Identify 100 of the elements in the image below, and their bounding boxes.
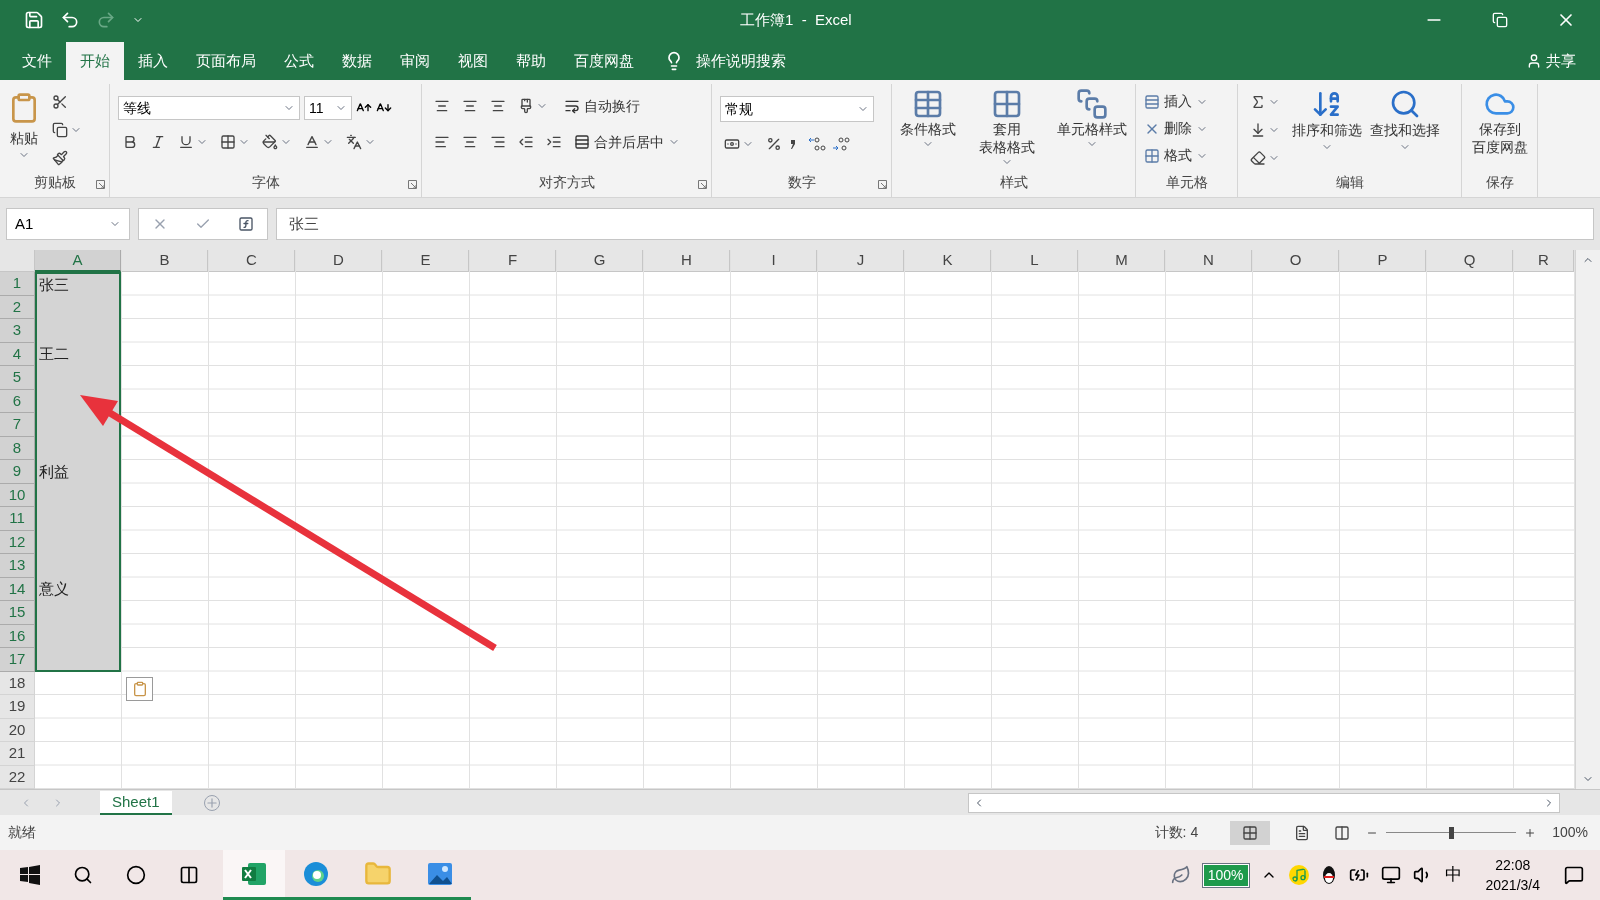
task-view-icon[interactable]: [179, 865, 199, 885]
ribbon-tab[interactable]: 视图: [444, 42, 502, 80]
ribbon-tab[interactable]: 公式: [270, 42, 328, 80]
table-cell[interactable]: 意义: [35, 577, 121, 601]
font-name-field[interactable]: 等线: [118, 96, 300, 120]
battery-badge[interactable]: 100%: [1202, 863, 1249, 887]
page-break-icon[interactable]: [1334, 824, 1351, 841]
taskbar-app[interactable]: [223, 850, 285, 900]
column-header[interactable]: J: [818, 250, 904, 272]
clock-time[interactable]: 22:08: [1495, 855, 1531, 875]
column-header[interactable]: D: [296, 250, 382, 272]
row-header[interactable]: 18: [0, 671, 35, 695]
ribbon-tab[interactable]: 开始: [66, 42, 124, 80]
find-select-button[interactable]: 查找和选择: [1370, 88, 1440, 172]
column-header[interactable]: I: [731, 250, 817, 272]
insert-cells-button[interactable]: 插入: [1144, 88, 1229, 115]
format-table-button[interactable]: 套用 表格格式: [978, 88, 1035, 168]
row-header[interactable]: 1: [0, 272, 35, 296]
row-header[interactable]: 7: [0, 413, 35, 437]
formula-field[interactable]: 张三: [276, 208, 1594, 240]
ribbon-tab[interactable]: 数据: [328, 42, 386, 80]
column-header[interactable]: Q: [1427, 250, 1513, 272]
input-method[interactable]: 中: [1444, 862, 1462, 888]
row-header[interactable]: 6: [0, 389, 35, 413]
save-to-cloud-button[interactable]: 保存到 百度网盘: [1470, 88, 1529, 156]
table-cell[interactable]: [35, 648, 121, 672]
row-header[interactable]: 3: [0, 319, 35, 343]
restore-icon[interactable]: [1492, 12, 1508, 28]
dialog-launcher-icon[interactable]: [96, 180, 105, 189]
ribbon-tab[interactable]: 页面布局: [182, 42, 270, 80]
column-header[interactable]: E: [383, 250, 469, 272]
notifications-icon[interactable]: [1564, 865, 1584, 885]
column-header[interactable]: A: [35, 250, 121, 272]
column-header[interactable]: B: [122, 250, 208, 272]
table-cell[interactable]: 利益: [35, 460, 121, 484]
network-icon[interactable]: [1380, 865, 1401, 885]
penguin-icon[interactable]: [1320, 865, 1337, 885]
ribbon-tab[interactable]: 文件: [8, 42, 66, 80]
comma-style-icon[interactable]: [790, 139, 796, 149]
table-cell[interactable]: 张三: [35, 272, 121, 296]
row-header[interactable]: 4: [0, 342, 35, 366]
zoom-slider[interactable]: [1386, 825, 1517, 840]
start-icon[interactable]: [20, 865, 40, 885]
decrease-decimal-icon[interactable]: [832, 135, 852, 153]
ribbon-tab[interactable]: 帮助: [502, 42, 560, 80]
vertical-scrollbar[interactable]: [1575, 250, 1600, 789]
insert-function-icon[interactable]: [237, 216, 254, 232]
row-header[interactable]: 20: [0, 718, 35, 742]
dialog-launcher-icon[interactable]: [878, 180, 887, 189]
format-cells-button[interactable]: 格式: [1144, 142, 1229, 169]
column-header[interactable]: R: [1514, 250, 1574, 272]
row-header[interactable]: 9: [0, 460, 35, 484]
paste-options-button[interactable]: [126, 677, 153, 701]
column-header[interactable]: H: [644, 250, 730, 272]
ribbon-tab[interactable]: 百度网盘: [560, 42, 648, 80]
name-box[interactable]: A1: [6, 208, 130, 240]
row-header[interactable]: 2: [0, 295, 35, 319]
row-header[interactable]: 12: [0, 530, 35, 554]
normal-view-button[interactable]: [1230, 820, 1271, 845]
column-header[interactable]: L: [992, 250, 1078, 272]
row-header[interactable]: 21: [0, 742, 35, 766]
font-size-field[interactable]: 11: [304, 96, 352, 120]
zoom-in-icon[interactable]: [1524, 826, 1537, 839]
column-header[interactable]: C: [209, 250, 295, 272]
row-header[interactable]: 15: [0, 601, 35, 625]
dialog-launcher-icon[interactable]: [698, 180, 707, 189]
row-header[interactable]: 10: [0, 483, 35, 507]
column-header[interactable]: G: [557, 250, 643, 272]
cortana-icon[interactable]: [126, 865, 146, 885]
column-header[interactable]: N: [1166, 250, 1252, 272]
column-header[interactable]: O: [1253, 250, 1339, 272]
share-button[interactable]: 共享: [1526, 42, 1576, 80]
zoom-level[interactable]: 100%: [1552, 822, 1588, 843]
wrap-text-button[interactable]: 自动换行: [564, 95, 640, 117]
clock-date[interactable]: 2021/3/4: [1485, 875, 1540, 895]
dialog-launcher-icon[interactable]: [408, 180, 417, 189]
row-header[interactable]: 14: [0, 577, 35, 601]
search-icon[interactable]: [73, 865, 93, 885]
paste-button[interactable]: 粘贴: [8, 88, 40, 172]
cell-styles-button[interactable]: 单元格样式: [1057, 88, 1127, 168]
undo-icon[interactable]: [60, 10, 80, 30]
row-header[interactable]: 19: [0, 695, 35, 719]
row-header[interactable]: 13: [0, 554, 35, 578]
increase-decimal-icon[interactable]: [808, 135, 828, 153]
row-header[interactable]: 22: [0, 765, 35, 789]
column-header[interactable]: F: [470, 250, 556, 272]
row-header[interactable]: 17: [0, 648, 35, 672]
sheet-tab[interactable]: Sheet1: [100, 790, 172, 815]
ribbon-tab[interactable]: 审阅: [386, 42, 444, 80]
row-header[interactable]: 5: [0, 366, 35, 390]
number-format-field[interactable]: 常规: [720, 96, 874, 122]
music-icon[interactable]: [1288, 865, 1309, 885]
merge-center-button[interactable]: 合并后居中: [574, 131, 680, 153]
save-icon[interactable]: [24, 10, 44, 30]
row-header[interactable]: 11: [0, 507, 35, 531]
conditional-format-button[interactable]: 条件格式: [900, 88, 956, 168]
zoom-thumb[interactable]: [1449, 826, 1455, 839]
ribbon-tab[interactable]: 插入: [124, 42, 182, 80]
table-cell[interactable]: 王二: [35, 342, 121, 366]
delete-cells-button[interactable]: 删除: [1144, 115, 1229, 142]
